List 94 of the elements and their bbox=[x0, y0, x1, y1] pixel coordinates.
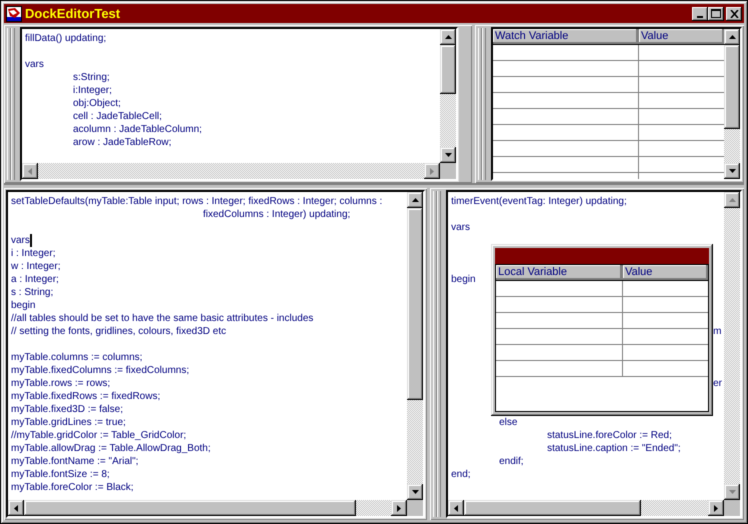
code-line: // setting the fonts, gridlines, colours, fixed3D etc bbox=[11, 325, 226, 338]
right-arrow-icon bbox=[430, 168, 434, 174]
maximize-icon bbox=[711, 9, 721, 18]
code-line: myTable.foreColor := Black; bbox=[11, 481, 134, 494]
code-line: s : String; bbox=[11, 286, 54, 299]
code-line: myTable.gridLines := true; bbox=[11, 416, 126, 429]
code-line: acolumn : JadeTableColumn; bbox=[72, 123, 202, 136]
code-line: setTableDefaults(myTable:Table input; rows : Integer; fixedRows : Integer; columns : bbox=[11, 195, 382, 208]
code-line: vars bbox=[451, 221, 470, 234]
code-editor[interactable]: fillData() updating; vars s:String; i:Integer; obj:Object; cell : JadeTableCell; acolumn : JadeTableColumn; arow : JadeTableRow; bbox=[20, 27, 458, 181]
column-header[interactable]: Value bbox=[623, 265, 708, 280]
dock-grip[interactable] bbox=[478, 28, 486, 180]
code-line: begin bbox=[11, 299, 36, 312]
close-button[interactable] bbox=[726, 6, 742, 20]
code-line: myTable.fixedColumns := fixedColumns; bbox=[11, 364, 190, 377]
close-icon bbox=[730, 10, 738, 18]
app-icon bbox=[6, 6, 22, 22]
code-line: statusLine.caption := "Ended"; bbox=[546, 442, 681, 455]
up-arrow-icon bbox=[412, 198, 419, 202]
code-editor[interactable]: timerEvent(eventTag: Integer) updating; vars begin m er else statusLine.foreColor := Red; statusLine.caption := "Ended"; endif; end; Local Variable Value bbox=[446, 190, 742, 518]
code-line: m bbox=[713, 325, 722, 338]
code-line: myTable.columns := columns; bbox=[11, 351, 142, 364]
minimize-icon bbox=[697, 16, 703, 18]
scroll-thumb[interactable] bbox=[724, 45, 740, 129]
scroll-up-button[interactable] bbox=[440, 29, 456, 45]
scroll-right-button[interactable] bbox=[391, 500, 408, 516]
up-arrow-icon bbox=[728, 198, 736, 202]
down-arrow-icon bbox=[728, 169, 736, 173]
code-editor[interactable] bbox=[6, 190, 426, 518]
code-line: else bbox=[498, 416, 518, 429]
scrollbar-corner bbox=[407, 500, 424, 516]
scroll-up-button[interactable] bbox=[724, 192, 740, 208]
code-line: cell : JadeTableCell; bbox=[72, 110, 162, 123]
code-line: myTable.fixedRows := fixedRows; bbox=[11, 390, 160, 403]
code-line: s:String; bbox=[72, 71, 110, 84]
scroll-up-button[interactable] bbox=[724, 29, 740, 45]
scroll-down-button[interactable] bbox=[724, 163, 740, 179]
scroll-down-button[interactable] bbox=[440, 147, 456, 163]
code-line: statusLine.foreColor := Red; bbox=[546, 429, 672, 442]
code-line: end; bbox=[451, 468, 471, 481]
up-arrow-icon bbox=[728, 35, 736, 39]
code-line: fillData() updating; bbox=[25, 32, 106, 45]
scroll-right-button[interactable] bbox=[424, 163, 440, 179]
maximize-button[interactable] bbox=[708, 6, 724, 20]
dock-grip[interactable] bbox=[433, 191, 442, 517]
scroll-down-button[interactable] bbox=[407, 484, 424, 500]
scroll-up-button[interactable] bbox=[407, 192, 424, 208]
left-arrow-icon bbox=[454, 504, 458, 512]
scroll-left-button[interactable] bbox=[22, 163, 38, 179]
code-line: timerEvent(eventTag: Integer) updating; bbox=[451, 195, 627, 208]
minimize-button[interactable] bbox=[692, 6, 708, 20]
code-line: //myTable.gridColor := Table_GridColor; bbox=[11, 429, 186, 442]
left-arrow-icon bbox=[28, 168, 32, 174]
scrollbar-corner bbox=[440, 163, 456, 179]
column-header[interactable]: Local Variable bbox=[496, 265, 624, 280]
code-line: myTable.allowDrag := Table.AllowDrag_Both; bbox=[11, 442, 211, 455]
code-line: i : Integer; bbox=[11, 247, 56, 260]
scroll-thumb[interactable] bbox=[464, 500, 642, 516]
right-arrow-icon bbox=[397, 504, 402, 512]
code-line: myTable.fontName := "Arial"; bbox=[11, 455, 138, 468]
code-line: myTable.fontSize := 8; bbox=[11, 468, 110, 481]
down-arrow-icon bbox=[444, 153, 452, 157]
code-line: //all tables should be set to have the same basic attributes - includes bbox=[11, 312, 314, 325]
scroll-thumb[interactable] bbox=[407, 208, 424, 400]
down-arrow-icon bbox=[412, 490, 419, 494]
code-line: myTable.rows := rows; bbox=[11, 377, 110, 390]
column-header[interactable]: Value bbox=[639, 29, 724, 44]
scroll-left-button[interactable] bbox=[8, 500, 24, 516]
scroll-thumb[interactable] bbox=[440, 45, 456, 94]
code-line: i:Integer; bbox=[72, 84, 112, 97]
down-arrow-icon bbox=[728, 490, 736, 494]
scroll-thumb[interactable] bbox=[24, 500, 356, 516]
code-line: er bbox=[713, 377, 722, 390]
left-arrow-icon bbox=[14, 504, 18, 512]
code-line: a : Integer; bbox=[11, 273, 59, 286]
dock-grip[interactable] bbox=[7, 28, 15, 180]
scroll-right-button[interactable] bbox=[708, 500, 724, 516]
code-line: myTable.fixed3D := false; bbox=[11, 403, 123, 416]
code-line: arow : JadeTableRow; bbox=[72, 136, 172, 149]
code-line: vars bbox=[25, 58, 44, 71]
up-arrow-icon bbox=[444, 35, 452, 39]
code-line: w : Integer; bbox=[11, 260, 60, 273]
scroll-down-button[interactable] bbox=[724, 484, 740, 500]
right-arrow-icon bbox=[714, 504, 718, 512]
column-header[interactable]: Watch Variable bbox=[493, 29, 639, 44]
window-title: DockEditorTest bbox=[25, 6, 120, 21]
scrollbar-corner bbox=[724, 500, 740, 516]
code-line: endif; bbox=[498, 455, 524, 468]
code-line: obj:Object; bbox=[72, 97, 121, 110]
code-line: vars bbox=[11, 234, 30, 247]
code-line: fixedColumns : Integer) updating; bbox=[202, 208, 350, 221]
scroll-left-button[interactable] bbox=[448, 500, 464, 516]
text-cursor bbox=[30, 234, 32, 247]
code-line: begin bbox=[451, 273, 476, 286]
